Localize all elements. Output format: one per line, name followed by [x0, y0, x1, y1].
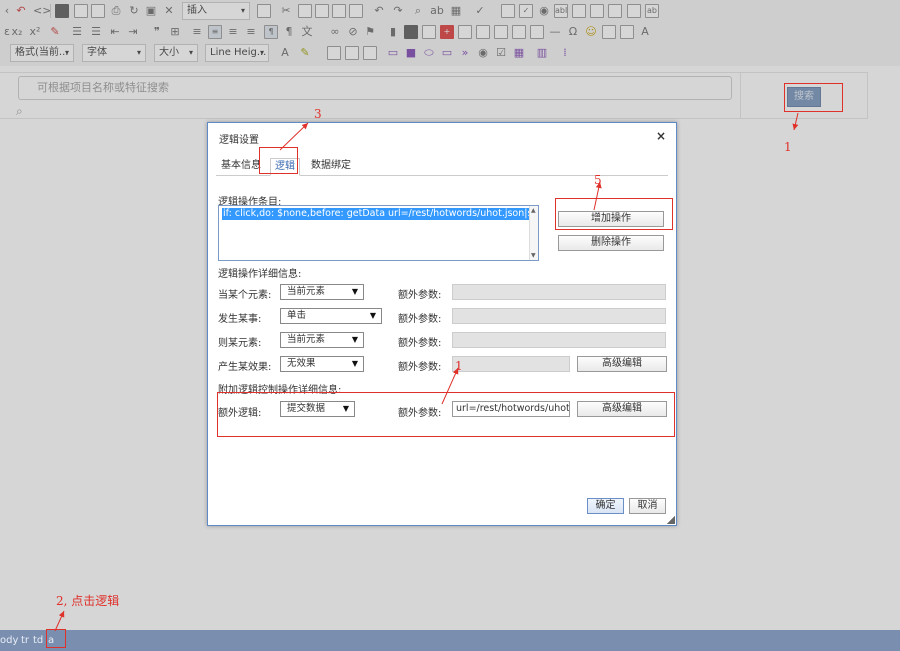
effect-label: 产生某效果:: [218, 362, 272, 373]
close-icon[interactable]: ×: [656, 129, 666, 143]
when-element-label: 当某个元素:: [218, 290, 272, 301]
extra-param-input[interactable]: [452, 332, 666, 348]
annotation-number: 5: [594, 173, 602, 187]
annotation-number: 3: [314, 107, 322, 121]
event-label: 发生某事:: [218, 314, 262, 325]
annotation-box-add-op: [555, 198, 673, 230]
scroll-down-icon[interactable]: ▼: [531, 252, 536, 259]
chevron-down-icon: ▼: [351, 335, 358, 344]
annotation-box-logic-tab: [259, 147, 298, 174]
annotation-box-search: [784, 83, 843, 112]
annotation-box-extra-logic: [217, 392, 675, 437]
when-element-select[interactable]: 当前元素 ▼: [280, 284, 364, 300]
list-item[interactable]: if: click,do: $none,before: getData url=…: [222, 208, 538, 220]
extra-param-input[interactable]: [452, 356, 570, 372]
extra-param-input[interactable]: [452, 284, 666, 300]
extra-param-input[interactable]: [452, 308, 666, 324]
advanced-edit-button[interactable]: 高级编辑: [577, 356, 667, 372]
select-value: 当前元素: [287, 334, 326, 345]
logic-settings-dialog: 逻辑设置 × 基本信息 逻辑 数据绑定 逻辑操作条目: if: click,do…: [207, 122, 677, 526]
annotation-click-logic: 2, 点击逻辑: [56, 594, 120, 608]
delete-operation-button[interactable]: 删除操作: [558, 235, 664, 251]
target-element-select[interactable]: 当前元素 ▼: [280, 332, 364, 348]
effect-select[interactable]: 无效果 ▼: [280, 356, 364, 372]
scroll-up-icon[interactable]: ▲: [531, 207, 536, 214]
path-item[interactable]: ody: [0, 630, 18, 651]
event-select[interactable]: 单击 ▼: [280, 308, 382, 324]
select-value: 单击: [287, 310, 307, 321]
extra-param-label: 额外参数:: [398, 290, 442, 301]
annotation-number: 1: [784, 140, 792, 154]
chevron-down-icon: ▼: [351, 359, 358, 368]
cancel-button[interactable]: 取消: [629, 498, 666, 514]
path-item[interactable]: tr: [21, 630, 29, 651]
path-item[interactable]: td: [33, 630, 43, 651]
extra-param-label: 额外参数:: [398, 314, 442, 325]
logic-entries-list[interactable]: if: click,do: $none,before: getData url=…: [218, 205, 539, 261]
dialog-title: 逻辑设置: [219, 135, 259, 146]
annotation-number: 1: [455, 359, 463, 373]
select-value: 无效果: [287, 358, 316, 369]
extra-param-label: 额外参数:: [398, 362, 442, 373]
select-value: 当前元素: [287, 286, 326, 297]
element-path-bar: ody tr td a: [0, 630, 900, 651]
tab-basic-info[interactable]: 基本信息: [217, 158, 265, 176]
resize-handle-icon[interactable]: [667, 516, 675, 524]
chevron-down-icon: ▼: [369, 311, 376, 320]
annotation-box-path-a: [46, 629, 66, 648]
target-element-label: 则某元素:: [218, 338, 262, 349]
detail-label: 逻辑操作详细信息:: [218, 269, 302, 280]
extra-param-label: 额外参数:: [398, 338, 442, 349]
ok-button[interactable]: 确定: [587, 498, 624, 514]
list-scrollbar[interactable]: ▲ ▼: [529, 206, 538, 260]
tab-data-binding[interactable]: 数据绑定: [307, 158, 355, 176]
chevron-down-icon: ▼: [351, 287, 358, 296]
